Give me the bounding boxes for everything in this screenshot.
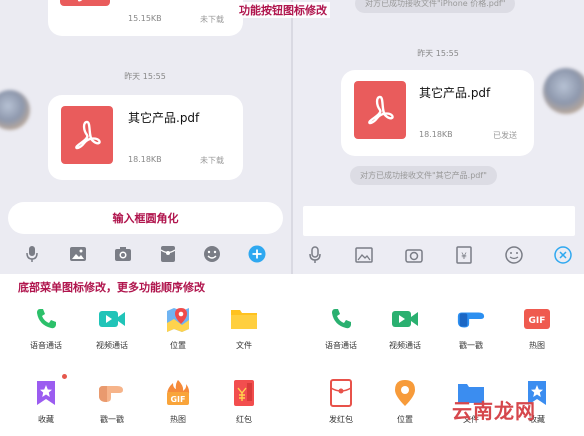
emoji-icon[interactable] <box>504 245 524 265</box>
camera-icon[interactable] <box>113 244 133 264</box>
system-message-top: 对方已成功接收文件"iPhone 价格.pdf" <box>355 0 516 13</box>
video-icon <box>97 304 127 334</box>
image-icon[interactable] <box>68 244 88 264</box>
menu-item-favorites[interactable]: 收藏 <box>16 378 76 425</box>
plus-icon[interactable] <box>247 244 267 264</box>
menu-item-label: 戳一戳 <box>100 415 124 424</box>
menu-item-poke[interactable]: 戳一戳 <box>82 378 142 425</box>
left-more-menu: 语音通话 视频通话 位置 文件 收藏 戳一戳 GIF 热图 红包 <box>0 300 291 436</box>
favorite-star-icon <box>31 378 61 408</box>
file-status: 未下载 <box>200 15 224 24</box>
file-name: 其它产品.pdf <box>128 111 200 125</box>
file-message-card[interactable]: 其它产品.pdf 18.18KB 未下载 <box>48 95 243 180</box>
avatar[interactable] <box>0 90 30 130</box>
emoji-icon[interactable] <box>202 244 222 264</box>
menu-item-voice-call[interactable]: 语音通话 <box>16 304 76 351</box>
left-chat-panel: 15.15KB 未下载 昨天 15:55 其它产品.pdf 18.18KB 未下… <box>0 0 291 274</box>
menu-item-label: 红包 <box>236 415 252 424</box>
menu-item-hot-gif[interactable]: GIF 热图 <box>148 378 208 425</box>
system-message: 对方已成功接收文件"其它产品.pdf" <box>350 166 497 185</box>
annotation-function-button: 功能按钮图标修改 <box>236 2 330 18</box>
svg-text:GIF: GIF <box>529 316 546 326</box>
menu-item-poke[interactable]: 戳一戳 <box>441 304 501 351</box>
map-pin-icon <box>163 304 193 334</box>
video-icon <box>390 304 420 334</box>
menu-item-file[interactable]: 文件 <box>214 304 274 351</box>
menu-item-hot-gif[interactable]: GIF 热图 <box>507 304 567 351</box>
menu-item-label: 视频通话 <box>96 341 128 350</box>
menu-item-label: 热图 <box>529 341 545 350</box>
file-message-card[interactable]: 其它产品.pdf 18.18KB 已发送 <box>341 70 534 156</box>
file-size: 18.18KB <box>419 130 453 139</box>
menu-item-label: 发红包 <box>329 415 353 424</box>
file-name: 其它产品.pdf <box>419 86 491 100</box>
watermark: 云南龙网 <box>452 399 536 423</box>
poke-finger-icon <box>97 378 127 408</box>
menu-item-label: 语音通话 <box>325 341 357 350</box>
pdf-file-icon <box>61 106 113 164</box>
annotation-bottom-menu: 底部菜单图标修改，更多功能顺序修改 <box>18 281 205 294</box>
phone-icon <box>326 304 356 334</box>
menu-item-label: 位置 <box>397 415 413 424</box>
red-packet-icon[interactable] <box>158 244 178 264</box>
timestamp: 昨天 15:55 <box>124 72 166 81</box>
menu-item-video-call[interactable]: 视频通话 <box>82 304 142 351</box>
message-input[interactable] <box>303 206 575 236</box>
red-packet-icon[interactable]: ¥ <box>454 245 474 265</box>
menu-item-label: 热图 <box>170 415 186 424</box>
gif-icon: GIF <box>163 378 193 408</box>
folder-icon <box>229 304 259 334</box>
file-size: 15.15KB <box>128 14 162 23</box>
red-packet-icon <box>229 378 259 408</box>
annotation-input-box: 输入框圆角化 <box>112 212 179 225</box>
svg-text:GIF: GIF <box>170 395 185 404</box>
menu-item-label: 视频通话 <box>389 341 421 350</box>
pdf-file-icon <box>60 0 110 6</box>
menu-item-label: 戳一戳 <box>459 341 483 350</box>
menu-item-label: 语音通话 <box>30 341 62 350</box>
menu-item-label: 文件 <box>236 341 252 350</box>
right-more-menu: 语音通话 视频通话 戳一戳 GIF 热图 发红包 位置 文件 收藏 <box>293 300 584 436</box>
svg-text:¥: ¥ <box>461 252 467 262</box>
menu-item-send-red-packet[interactable]: 发红包 <box>311 378 371 425</box>
avatar[interactable] <box>543 68 584 114</box>
file-status: 已发送 <box>493 131 517 140</box>
message-input[interactable]: 输入框圆角化 <box>8 202 283 234</box>
menu-item-label: 位置 <box>170 341 186 350</box>
red-packet-icon <box>326 378 356 408</box>
file-status: 未下载 <box>200 156 224 165</box>
microphone-icon[interactable] <box>305 245 325 265</box>
poke-finger-icon <box>456 304 486 334</box>
pdf-file-icon <box>354 81 406 139</box>
timestamp: 昨天 15:55 <box>417 49 459 58</box>
image-icon[interactable] <box>354 245 374 265</box>
menu-item-voice-call[interactable]: 语音通话 <box>311 304 371 351</box>
menu-item-red-packet[interactable]: 红包 <box>214 378 274 425</box>
gif-icon: GIF <box>522 304 552 334</box>
phone-icon <box>31 304 61 334</box>
close-icon[interactable] <box>553 245 573 265</box>
notification-dot <box>62 374 67 379</box>
menu-item-label: 收藏 <box>38 415 54 424</box>
map-pin-icon <box>390 378 420 408</box>
microphone-icon[interactable] <box>22 244 42 264</box>
camera-icon[interactable] <box>404 245 424 265</box>
menu-item-video-call[interactable]: 视频通话 <box>375 304 435 351</box>
file-size: 18.18KB <box>128 155 162 164</box>
menu-item-location[interactable]: 位置 <box>375 378 435 425</box>
right-chat-panel: 对方已成功接收文件"iPhone 价格.pdf" 昨天 15:55 其它产品.p… <box>293 0 584 274</box>
menu-item-location[interactable]: 位置 <box>148 304 208 351</box>
file-message-card-top[interactable]: 15.15KB 未下载 <box>48 0 243 36</box>
